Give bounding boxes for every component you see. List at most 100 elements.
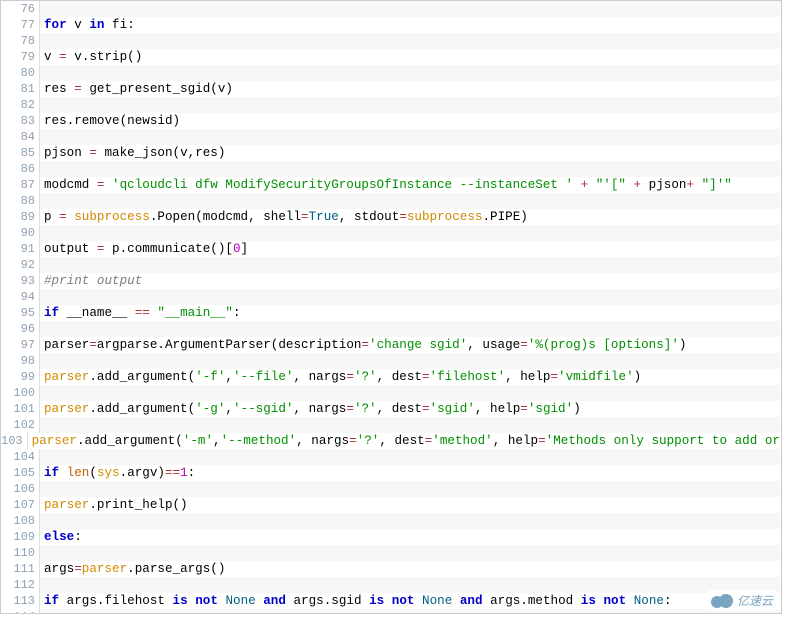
line-content: for v in fi: bbox=[40, 17, 781, 33]
token-str: 'filehost' bbox=[430, 370, 506, 384]
token-id: p bbox=[44, 210, 59, 224]
token-str: '%(prog)s [options]' bbox=[528, 338, 679, 352]
token-str: 'qcloudcli dfw ModifySecurityGroupsOfIns… bbox=[104, 178, 573, 192]
token-str: 'Methods only support to add or remove bbox=[546, 434, 782, 448]
token-name: sys bbox=[97, 466, 120, 480]
token-op: () bbox=[127, 50, 142, 64]
token-eq: = bbox=[538, 434, 546, 448]
token-id: make_json bbox=[97, 146, 173, 160]
token-cmt: #print output bbox=[44, 274, 142, 288]
line-number: 109 bbox=[1, 529, 40, 545]
token-op: . bbox=[127, 562, 135, 576]
code-line: 111args=parser.parse_args() bbox=[1, 561, 781, 577]
token-id: strip bbox=[89, 50, 127, 64]
token-id: print_help bbox=[97, 498, 173, 512]
token-none: None bbox=[225, 594, 255, 608]
line-content: else: bbox=[40, 529, 781, 545]
token-id: res bbox=[195, 146, 218, 160]
token-op: ()[ bbox=[210, 242, 233, 256]
token-kw: and bbox=[460, 594, 483, 608]
token-num: 1 bbox=[180, 466, 188, 480]
token-id: method bbox=[528, 594, 581, 608]
line-content: pjson = make_json(v,res) bbox=[40, 145, 781, 161]
line-number: 88 bbox=[1, 193, 40, 209]
token-id: __name__ bbox=[59, 306, 135, 320]
token-str: '--file' bbox=[233, 370, 293, 384]
token-kw: if bbox=[44, 306, 59, 320]
line-number: 103 bbox=[1, 433, 28, 449]
token-id: argv bbox=[127, 466, 157, 480]
line-number: 111 bbox=[1, 561, 40, 577]
watermark-logo: 亿速云 bbox=[707, 590, 777, 611]
token-id: ArgumentParser bbox=[165, 338, 271, 352]
code-line: 89p = subprocess.Popen(modcmd, shell=Tru… bbox=[1, 209, 781, 225]
token-op: . bbox=[77, 434, 85, 448]
line-content bbox=[40, 33, 781, 49]
token-id: pjson bbox=[44, 146, 89, 160]
token-op: ) bbox=[173, 114, 181, 128]
token-str: 'change sgid' bbox=[369, 338, 467, 352]
token-name: parser bbox=[44, 498, 89, 512]
line-content bbox=[40, 449, 781, 465]
token-op: , bbox=[248, 210, 263, 224]
line-number: 90 bbox=[1, 225, 40, 241]
token-str: '-f' bbox=[195, 370, 225, 384]
token-kw: in bbox=[89, 18, 104, 32]
line-number: 106 bbox=[1, 481, 40, 497]
token-op: . bbox=[89, 402, 97, 416]
token-id: usage bbox=[482, 338, 520, 352]
code-line: 105if len(sys.argv)==1: bbox=[1, 465, 781, 481]
line-content: res.remove(newsid) bbox=[40, 113, 781, 129]
line-number: 86 bbox=[1, 161, 40, 177]
code-line: 100 bbox=[1, 385, 781, 401]
token-id: help bbox=[520, 370, 550, 384]
line-number: 100 bbox=[1, 385, 40, 401]
token-id: v bbox=[67, 50, 82, 64]
code-line: 112 bbox=[1, 577, 781, 593]
code-line: 110 bbox=[1, 545, 781, 561]
line-number: 94 bbox=[1, 289, 40, 305]
token-eq: = bbox=[399, 210, 407, 224]
token-eq: = bbox=[422, 370, 430, 384]
code-line: 95if __name__ == "__main__": bbox=[1, 305, 781, 321]
token-id bbox=[626, 178, 634, 192]
token-id bbox=[573, 178, 581, 192]
token-str: '--method' bbox=[221, 434, 297, 448]
line-content: if __name__ == "__main__": bbox=[40, 305, 781, 321]
token-id: description bbox=[278, 338, 361, 352]
line-content bbox=[40, 129, 781, 145]
line-number: 114 bbox=[1, 609, 40, 614]
token-eq: + bbox=[686, 178, 694, 192]
line-content bbox=[40, 289, 781, 305]
code-line: 103parser.add_argument('-m','--method', … bbox=[1, 433, 781, 449]
code-line: 108 bbox=[1, 513, 781, 529]
token-eq: = bbox=[520, 402, 528, 416]
line-content: #print output bbox=[40, 273, 781, 289]
token-none: None bbox=[422, 594, 452, 608]
token-eq: = bbox=[346, 370, 354, 384]
token-str: 'sgid' bbox=[528, 402, 573, 416]
token-op: : bbox=[74, 530, 82, 544]
line-number: 108 bbox=[1, 513, 40, 529]
token-id: dest bbox=[394, 434, 424, 448]
token-op: . bbox=[89, 498, 97, 512]
token-op: () bbox=[173, 498, 188, 512]
token-kw: if bbox=[44, 594, 59, 608]
token-id bbox=[588, 178, 596, 192]
token-kw: else bbox=[44, 530, 74, 544]
token-id: res bbox=[44, 114, 67, 128]
token-str: "'[" bbox=[596, 178, 626, 192]
line-number: 79 bbox=[1, 49, 40, 65]
token-eq: + bbox=[634, 178, 642, 192]
code-line: 96 bbox=[1, 321, 781, 337]
token-name: parser bbox=[32, 434, 77, 448]
token-kw: not bbox=[392, 594, 415, 608]
token-id bbox=[384, 594, 392, 608]
line-number: 102 bbox=[1, 417, 40, 433]
token-id: pjson bbox=[641, 178, 686, 192]
token-id: shell bbox=[263, 210, 301, 224]
token-builtin: len bbox=[67, 466, 90, 480]
token-name: subprocess bbox=[74, 210, 150, 224]
token-op: () bbox=[210, 562, 225, 576]
token-op: , bbox=[293, 402, 308, 416]
